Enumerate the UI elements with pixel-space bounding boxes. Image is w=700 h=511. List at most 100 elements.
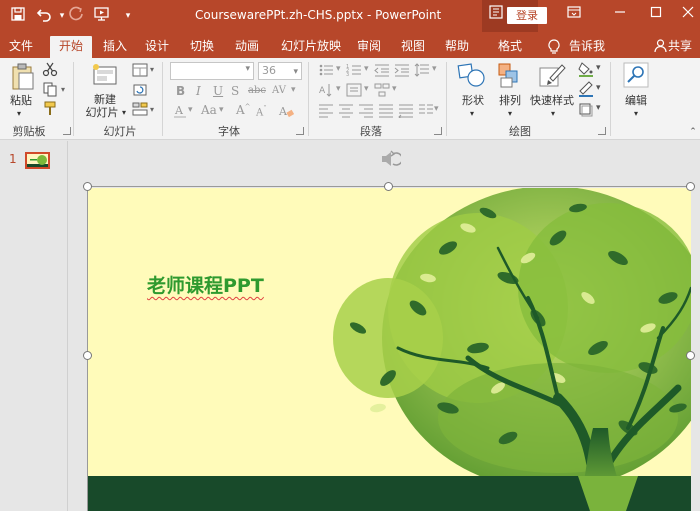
slide-thumbnail[interactable] [25, 152, 50, 169]
font-color-icon[interactable]: A [172, 103, 188, 119]
change-case-dropdown-icon[interactable]: ▾ [219, 105, 224, 115]
resize-handle-top-left[interactable] [83, 182, 92, 191]
ribbon-display-options-icon[interactable] [556, 0, 592, 30]
new-slide-label-line2[interactable]: 幻灯片 [84, 106, 120, 119]
change-case-icon[interactable]: Aa [201, 103, 217, 117]
justify-icon[interactable] [378, 102, 394, 118]
decrease-font-size-icon[interactable]: Aˇ [256, 105, 267, 118]
quick-styles-button-label[interactable]: 快速样式 [528, 94, 576, 107]
bullets-icon[interactable] [318, 62, 334, 78]
audio-rotate-icon[interactable] [379, 148, 401, 170]
paste-dropdown-icon[interactable]: ▾ [14, 107, 24, 120]
tab-review[interactable]: 审阅 [352, 36, 386, 58]
clipboard-dialog-launcher-icon[interactable] [63, 127, 71, 135]
new-slide-dropdown-icon[interactable]: ▾ [120, 106, 128, 119]
align-text-dropdown-icon[interactable]: ▾ [364, 84, 369, 94]
tab-insert[interactable]: 插入 [98, 36, 132, 58]
paragraph-dialog-launcher-icon[interactable] [434, 127, 442, 135]
align-center-icon[interactable] [338, 102, 354, 118]
slide-title-text[interactable]: 老师课程PPT [147, 271, 264, 298]
bullets-dropdown-icon[interactable]: ▾ [336, 64, 341, 74]
clear-formatting-icon[interactable]: A [278, 103, 294, 119]
tab-format[interactable]: 格式 [490, 36, 530, 58]
arrange-button-label[interactable]: 排列 [497, 94, 523, 107]
character-spacing-icon[interactable]: AV [272, 85, 286, 96]
font-name-input[interactable]: ▾ [170, 62, 254, 80]
bold-icon[interactable]: B [176, 84, 185, 98]
tab-file[interactable]: 文件 [4, 36, 38, 58]
close-icon[interactable] [670, 0, 700, 30]
save-icon[interactable] [8, 6, 28, 26]
increase-font-size-icon[interactable]: A^ [236, 103, 251, 117]
undo-icon[interactable] [34, 6, 54, 26]
customize-qat-icon[interactable]: ▾ [118, 6, 138, 26]
collapse-ribbon-icon[interactable]: ⌃ [688, 126, 698, 139]
columns-dropdown-icon[interactable]: ▾ [434, 104, 439, 114]
redo-icon[interactable] [66, 6, 86, 26]
shape-fill-dropdown-icon[interactable]: ▾ [596, 63, 601, 73]
lightbulb-icon[interactable] [546, 36, 562, 58]
find-icon[interactable] [623, 62, 649, 90]
section-dropdown-icon[interactable]: ▾ [148, 103, 156, 116]
numbering-icon[interactable]: 123 [346, 62, 362, 78]
text-shadow-icon[interactable]: S [231, 84, 239, 98]
arrange-icon[interactable] [497, 62, 523, 90]
slideshow-from-beginning-icon[interactable] [92, 6, 112, 26]
drawing-dialog-launcher-icon[interactable] [598, 127, 606, 135]
reset-slide-icon[interactable] [132, 82, 148, 98]
increase-indent-icon[interactable] [394, 62, 410, 78]
character-spacing-dropdown-icon[interactable]: ▾ [291, 85, 296, 95]
columns-icon[interactable] [418, 102, 434, 118]
smartart-dropdown-icon[interactable]: ▾ [392, 84, 397, 94]
copy-icon[interactable] [42, 81, 58, 97]
quick-styles-dropdown-icon[interactable]: ▾ [549, 107, 557, 120]
arrange-dropdown-icon[interactable]: ▾ [506, 107, 514, 120]
new-slide-label-line1[interactable]: 新建 [90, 93, 120, 106]
tab-design[interactable]: 设计 [140, 36, 174, 58]
resize-handle-top-center[interactable] [384, 182, 393, 191]
tab-view[interactable]: 视图 [396, 36, 430, 58]
underline-icon[interactable]: U [213, 84, 223, 98]
align-right-icon[interactable] [358, 102, 374, 118]
share-button[interactable]: 共享 [668, 36, 698, 58]
distributed-icon[interactable] [398, 102, 414, 118]
italic-icon[interactable]: I [196, 84, 201, 98]
tell-me-search[interactable]: 告诉我 [566, 36, 608, 58]
tab-animations[interactable]: 动画 [230, 36, 264, 58]
cut-icon[interactable] [42, 61, 58, 77]
text-direction-icon[interactable]: A [318, 82, 334, 98]
font-color-dropdown-icon[interactable]: ▾ [188, 105, 193, 115]
text-direction-dropdown-icon[interactable]: ▾ [336, 84, 341, 94]
shape-fill-icon[interactable] [578, 61, 594, 77]
restore-icon[interactable] [638, 0, 674, 30]
resize-handle-middle-left[interactable] [83, 351, 92, 360]
tab-home[interactable]: 开始 [50, 36, 92, 58]
shape-effects-dropdown-icon[interactable]: ▾ [596, 103, 601, 113]
shape-outline-dropdown-icon[interactable]: ▾ [596, 83, 601, 93]
font-dialog-launcher-icon[interactable] [296, 127, 304, 135]
layout-icon[interactable] [132, 62, 148, 78]
sign-in-button[interactable]: 登录 [507, 7, 547, 24]
new-slide-icon[interactable] [92, 63, 118, 89]
copy-dropdown-icon[interactable]: ▾ [59, 83, 67, 96]
resize-handle-middle-right[interactable] [686, 351, 695, 360]
decrease-indent-icon[interactable] [374, 62, 390, 78]
editing-dropdown-icon[interactable]: ▾ [632, 107, 640, 120]
slide-canvas[interactable]: 老师课程PPT [88, 188, 691, 511]
section-icon[interactable] [132, 101, 148, 117]
tab-help[interactable]: 帮助 [440, 36, 474, 58]
convert-to-smartart-icon[interactable] [374, 82, 390, 98]
font-name-dropdown-icon[interactable]: ▾ [245, 64, 250, 74]
font-size-input[interactable]: 36 ▾ [258, 62, 302, 80]
tab-transitions[interactable]: 切换 [185, 36, 219, 58]
quick-styles-icon[interactable] [538, 62, 568, 90]
shape-outline-icon[interactable] [578, 81, 594, 97]
paste-icon[interactable] [10, 63, 36, 91]
shapes-dropdown-icon[interactable]: ▾ [468, 107, 476, 120]
font-size-dropdown-icon[interactable]: ▾ [293, 64, 298, 80]
line-spacing-icon[interactable] [414, 62, 430, 78]
numbering-dropdown-icon[interactable]: ▾ [364, 64, 369, 74]
align-left-icon[interactable] [318, 102, 334, 118]
tab-slideshow[interactable]: 幻灯片放映 [276, 36, 346, 58]
shapes-icon[interactable] [457, 62, 487, 90]
